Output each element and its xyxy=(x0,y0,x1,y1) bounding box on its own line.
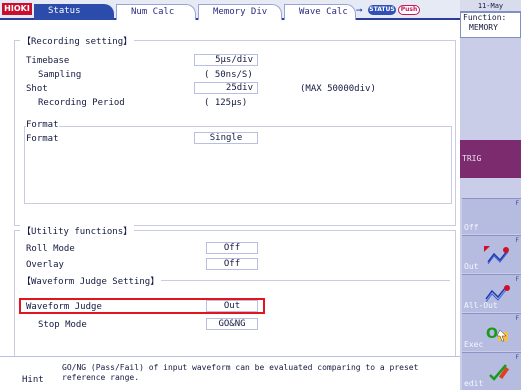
svg-text:O: O xyxy=(486,326,498,342)
fkey-label: edit xyxy=(464,379,484,388)
tab-status[interactable]: Status xyxy=(34,4,114,20)
format-label: Format xyxy=(26,134,59,144)
fkey-number: F xyxy=(515,276,519,283)
fkey-label: Exec xyxy=(464,340,484,349)
fkey-number: F xyxy=(515,237,519,244)
fkey-edit[interactable]: F edit xyxy=(462,352,521,390)
hint-text: GO/NG (Pass/Fail) of input waveform can … xyxy=(62,363,419,382)
tab-bar: HIOKI Status Num Calc Memory Div Wave Ca… xyxy=(0,0,460,20)
arrow-right-icon: ➞ xyxy=(356,4,363,17)
datetime-display: 11-May 18:48:41 xyxy=(460,0,521,22)
roll-mode-label: Roll Mode xyxy=(26,244,75,254)
hint-label: Hint xyxy=(22,375,44,385)
roll-mode-field[interactable]: Off xyxy=(206,242,258,254)
fkey-label: Off xyxy=(464,223,479,232)
fkey-out[interactable]: F Out xyxy=(462,235,521,273)
trig-label: TRIG xyxy=(462,154,482,163)
waveform-ng-icon xyxy=(484,246,509,265)
fkey-off[interactable]: F Off xyxy=(462,198,521,234)
fkey-label: All-Out xyxy=(464,301,498,310)
fkey-number: F xyxy=(515,200,519,207)
function-indicator: Function: MEMORY xyxy=(460,12,521,38)
function-value: MEMORY xyxy=(469,23,498,32)
format-group-title: Format xyxy=(26,120,59,130)
stop-mode-label: Stop Mode xyxy=(38,320,87,330)
utility-title: 【Utility functions】 xyxy=(20,224,135,237)
fkey-all-out[interactable]: F All-Out xyxy=(462,274,521,312)
tab-num-calc[interactable]: Num Calc xyxy=(116,4,196,20)
recording-period-label: Recording Period xyxy=(38,98,125,108)
waveform-judge-highlight xyxy=(19,298,265,314)
recording-period-value: ( 125μs) xyxy=(204,98,248,108)
main-panel: 【Recording setting】 Timebase 5μs/div Sam… xyxy=(0,22,460,368)
status-badge: STATUS xyxy=(368,5,396,15)
overlay-field[interactable]: Off xyxy=(206,258,258,270)
fkey-exec[interactable]: F O Exec xyxy=(462,313,521,351)
recording-setting-title: 【Recording setting】 xyxy=(20,34,135,47)
fkey-number: F xyxy=(515,315,519,322)
function-label: Function: xyxy=(463,13,507,22)
overlay-label: Overlay xyxy=(26,260,64,270)
shot-label: Shot xyxy=(26,84,48,94)
shot-max: (MAX 50000div) xyxy=(300,84,376,94)
fkey-number: F xyxy=(515,354,519,361)
tab-wave-calc[interactable]: Wave Calc xyxy=(284,4,356,20)
execute-judge-icon: O xyxy=(486,326,508,342)
sampling-value: ( 50ns/S) xyxy=(204,70,253,80)
sampling-label: Sampling xyxy=(38,70,82,80)
hioki-logo: HIOKI xyxy=(2,3,32,15)
shot-field[interactable]: 25div xyxy=(194,82,258,94)
format-field[interactable]: Single xyxy=(194,132,258,144)
push-badge: Push xyxy=(398,5,420,15)
trig-indicator: TRIG xyxy=(460,140,521,178)
stop-mode-field[interactable]: GO&NG xyxy=(206,318,258,330)
hint-bar: Hint GO/NG (Pass/Fail) of input waveform… xyxy=(0,356,460,390)
edit-judge-icon xyxy=(489,364,510,381)
timebase-field[interactable]: 5μs/div xyxy=(194,54,258,66)
judge-title: 【Waveform Judge Setting】 xyxy=(20,274,162,287)
tab-memory-div[interactable]: Memory Div xyxy=(198,4,282,20)
fkey-label: Out xyxy=(464,262,479,271)
timebase-label: Timebase xyxy=(26,56,70,66)
